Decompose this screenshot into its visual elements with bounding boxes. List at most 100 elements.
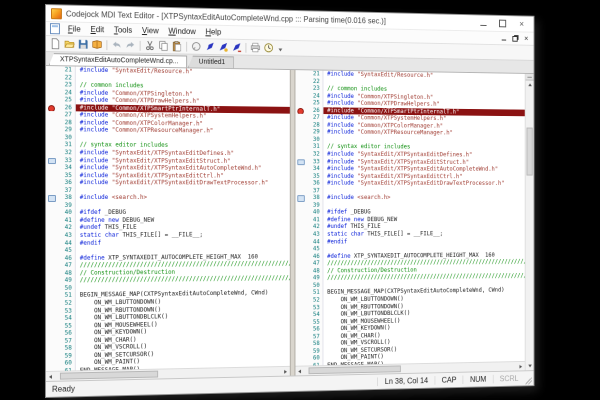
breakpoint-gutter[interactable]	[46, 164, 57, 172]
scroll-right-icon[interactable]	[517, 362, 525, 371]
cut-icon[interactable]	[144, 39, 157, 52]
pen-dart-3-icon[interactable]	[230, 41, 242, 54]
breakpoint-gutter[interactable]	[295, 246, 305, 253]
circle-tool-icon[interactable]	[190, 40, 202, 53]
breakpoint-gutter[interactable]	[295, 209, 305, 216]
breakpoint-gutter[interactable]	[46, 104, 57, 112]
breakpoint-gutter[interactable]	[46, 368, 57, 371]
breakpoint-gutter[interactable]	[46, 141, 57, 149]
pen-dart-2-icon[interactable]	[217, 40, 229, 53]
print-icon[interactable]	[249, 41, 261, 54]
breakpoint-gutter[interactable]	[46, 307, 57, 315]
scroll-left-icon[interactable]	[46, 372, 55, 381]
breakpoint-gutter[interactable]	[46, 285, 57, 293]
code-area-left[interactable]: 21#include "SyntaxEdit/Resource.h"2223//…	[46, 66, 290, 371]
breakpoint-gutter[interactable]	[295, 99, 305, 106]
new-document-icon[interactable]	[49, 37, 62, 50]
breakpoint-gutter[interactable]	[46, 217, 57, 225]
breakpoint-gutter[interactable]	[295, 282, 305, 289]
breakpoint-gutter[interactable]	[295, 194, 305, 201]
breakpoint-gutter[interactable]	[295, 143, 305, 150]
breakpoint-gutter[interactable]	[46, 119, 57, 127]
vertical-scrollbar[interactable]	[525, 74, 534, 370]
breakpoint-gutter[interactable]	[295, 224, 305, 231]
minimize-icon[interactable]	[480, 20, 486, 26]
breakpoint-gutter[interactable]	[46, 232, 57, 240]
breakpoint-gutter[interactable]	[46, 277, 57, 285]
resize-grip[interactable]	[525, 376, 532, 384]
menu-item-help[interactable]: Help	[201, 27, 226, 36]
breakpoint-gutter[interactable]	[295, 238, 305, 245]
breakpoint-gutter[interactable]	[295, 187, 305, 194]
breakpoint-gutter[interactable]	[46, 89, 57, 97]
breakpoint-gutter[interactable]	[295, 275, 305, 282]
breakpoint-gutter[interactable]	[46, 134, 57, 142]
menu-item-edit[interactable]: Edit	[86, 25, 109, 34]
breakpoint-gutter[interactable]	[46, 240, 57, 248]
breakpoint-gutter[interactable]	[295, 92, 305, 99]
copy-icon[interactable]	[157, 39, 170, 52]
redo-icon[interactable]	[124, 39, 137, 52]
document-tab-1[interactable]: XTPSyntaxEditAutoCompleteWnd.cp...	[49, 53, 187, 67]
undo-icon[interactable]	[110, 38, 123, 51]
breakpoint-gutter[interactable]	[46, 111, 57, 119]
menu-item-window[interactable]: Window	[164, 27, 201, 37]
vscroll-thumb[interactable]	[527, 127, 533, 175]
menu-item-tools[interactable]: Tools	[109, 25, 137, 35]
toolbar-overflow-chevron-icon[interactable]	[279, 48, 283, 51]
pen-dart-1-icon[interactable]	[203, 40, 215, 53]
breakpoint-gutter[interactable]	[46, 149, 57, 157]
breakpoint-gutter[interactable]	[295, 136, 305, 143]
scroll-up-icon[interactable]	[526, 80, 534, 89]
mdi-restore-icon[interactable]	[513, 36, 518, 42]
breakpoint-gutter[interactable]	[295, 216, 305, 223]
breakpoint-gutter[interactable]	[295, 202, 305, 209]
breakpoint-gutter[interactable]	[295, 85, 305, 92]
paste-icon[interactable]	[171, 40, 184, 53]
breakpoint-gutter[interactable]	[295, 180, 305, 187]
print-preview-icon[interactable]	[91, 38, 104, 51]
save-icon[interactable]	[77, 38, 90, 51]
breakpoint-gutter[interactable]	[46, 81, 57, 89]
mdi-close-icon[interactable]: ×	[524, 35, 528, 42]
mdi-document-icon[interactable]	[50, 23, 60, 34]
maximize-icon[interactable]	[499, 20, 506, 28]
breakpoint-gutter[interactable]	[46, 172, 57, 180]
about-icon[interactable]	[262, 41, 274, 54]
breakpoint-gutter[interactable]	[295, 107, 305, 114]
breakpoint-gutter[interactable]	[295, 165, 305, 172]
breakpoint-gutter[interactable]	[46, 179, 57, 187]
breakpoint-gutter[interactable]	[46, 262, 57, 270]
scroll-down-icon[interactable]	[526, 362, 534, 371]
breakpoint-gutter[interactable]	[46, 157, 57, 165]
breakpoint-gutter[interactable]	[46, 209, 57, 217]
open-folder-icon[interactable]	[63, 37, 76, 50]
breakpoint-gutter[interactable]	[295, 77, 305, 84]
breakpoint-gutter[interactable]	[295, 363, 305, 366]
breakpoint-gutter[interactable]	[46, 270, 57, 278]
document-tab-2[interactable]: Untitled1	[188, 56, 234, 69]
breakpoint-gutter[interactable]	[46, 292, 57, 300]
breakpoint-gutter[interactable]	[46, 96, 57, 104]
breakpoint-gutter[interactable]	[46, 247, 57, 255]
mdi-minimize-icon[interactable]	[502, 36, 506, 41]
hscroll-thumb[interactable]	[60, 371, 158, 380]
code-line[interactable]: 37	[46, 187, 290, 195]
breakpoint-gutter[interactable]	[46, 66, 57, 74]
code-line[interactable]: 38#include <search.h>	[46, 194, 290, 202]
breakpoint-gutter[interactable]	[46, 187, 57, 195]
breakpoint-gutter[interactable]	[295, 268, 305, 275]
menu-item-view[interactable]: View	[137, 26, 163, 35]
vscroll-track[interactable]	[526, 89, 534, 362]
close-icon[interactable]: ×	[518, 20, 526, 29]
breakpoint-gutter[interactable]	[46, 126, 57, 134]
breakpoint-gutter[interactable]	[295, 151, 305, 158]
breakpoint-gutter[interactable]	[46, 315, 57, 323]
breakpoint-gutter[interactable]	[46, 194, 57, 202]
breakpoint-gutter[interactable]	[46, 202, 57, 210]
scroll-left-icon[interactable]	[295, 367, 303, 376]
breakpoint-gutter[interactable]	[295, 231, 305, 238]
breakpoint-gutter[interactable]	[46, 74, 57, 82]
breakpoint-gutter[interactable]	[295, 121, 305, 128]
breakpoint-gutter[interactable]	[295, 129, 305, 136]
